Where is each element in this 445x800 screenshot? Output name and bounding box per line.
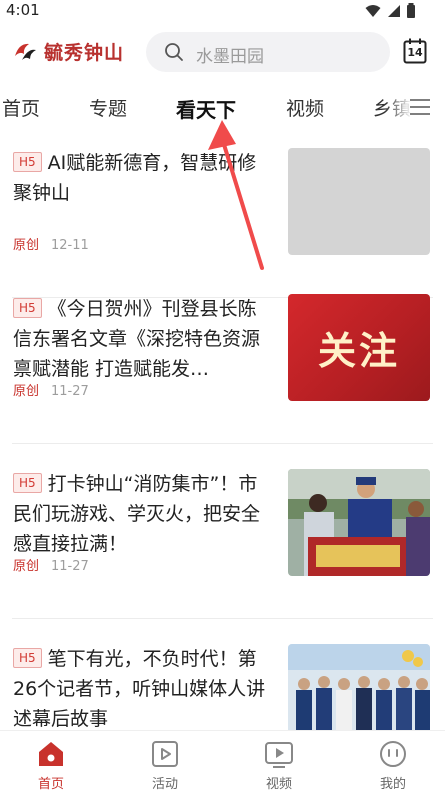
category-tabs: 首页 专题 看天下 视频 乡镇 xyxy=(0,88,445,128)
nav-home[interactable]: 首页 xyxy=(21,739,81,792)
status-time: 4:01 xyxy=(6,1,40,19)
news-item[interactable]: H5 笔下有光，不负时代！第26个记者节，听钟山媒体人讲述幕后故事 xyxy=(0,634,445,730)
news-title: H5 《今日贺州》刊登县长陈信东署名文章《深挖特色资源禀赋潜能 打造赋能发… xyxy=(13,294,275,384)
nav-label: 活动 xyxy=(151,777,178,792)
divider xyxy=(12,618,433,619)
nav-profile[interactable]: 我的 xyxy=(363,739,423,792)
news-title-text: 笔下有光，不负时代！第26个记者节，听钟山媒体人讲述幕后故事 xyxy=(13,648,266,730)
nav-video[interactable]: 视频 xyxy=(249,739,309,792)
divider xyxy=(12,443,433,444)
news-item[interactable]: H5 《今日贺州》刊登县长陈信东署名文章《深挖特色资源禀赋潜能 打造赋能发… 原创… xyxy=(0,284,445,444)
news-thumbnail-photo[interactable] xyxy=(288,469,430,576)
news-meta: 原创 11-27 xyxy=(13,380,89,399)
battery-icon xyxy=(407,3,415,18)
news-title: H5 AI赋能新德育，智慧研修聚钟山 xyxy=(13,148,275,238)
h5-badge: H5 xyxy=(13,648,42,668)
nav-label: 首页 xyxy=(37,777,64,792)
logo-mark-icon xyxy=(15,43,36,60)
news-thumbnail-attention-banner[interactable]: 关注 xyxy=(288,294,430,401)
news-item[interactable]: H5 打卡钟山“消防集市”！市民们玩游戏、学灭火，把安全感直接拉满！ 原创 11-2… xyxy=(0,459,445,619)
news-date: 11-27 xyxy=(51,559,89,574)
h5-badge: H5 xyxy=(13,298,42,318)
news-source: 原创 xyxy=(13,559,40,574)
search-icon xyxy=(165,43,183,61)
news-thumbnail-photo[interactable] xyxy=(288,644,430,730)
h5-badge: H5 xyxy=(13,152,42,172)
tab-world[interactable]: 看天下 xyxy=(176,94,236,123)
thumbnail-banner-text: 关注 xyxy=(317,329,400,373)
news-meta: 原创 11-27 xyxy=(13,555,89,574)
news-title-text: 打卡钟山“消防集市”！市民们玩游戏、学灭火，把安全感直接拉满！ xyxy=(13,473,261,555)
signal-icon xyxy=(388,4,400,17)
app-logo[interactable]: 毓秀钟山 xyxy=(12,38,124,65)
tab-topics[interactable]: 专题 xyxy=(89,94,127,121)
video-icon xyxy=(265,742,293,768)
activity-icon xyxy=(152,741,178,767)
news-title: H5 笔下有光，不负时代！第26个记者节，听钟山媒体人讲述幕后故事 xyxy=(13,644,275,730)
logo-text: 毓秀钟山 xyxy=(44,42,125,64)
calendar-button[interactable]: 14 xyxy=(403,38,427,64)
news-source: 原创 xyxy=(13,384,40,399)
menu-icon[interactable] xyxy=(409,97,431,117)
news-source: 原创 xyxy=(13,238,40,253)
tab-home[interactable]: 首页 xyxy=(2,94,40,121)
news-date: 11-27 xyxy=(51,384,89,399)
tab-video[interactable]: 视频 xyxy=(286,94,324,121)
status-icons xyxy=(365,3,415,18)
h5-badge: H5 xyxy=(13,473,42,493)
app-header: 毓秀钟山 水墨田园 14 xyxy=(0,26,445,78)
profile-icon xyxy=(380,741,406,767)
nav-label: 视频 xyxy=(265,777,292,792)
search-input[interactable]: 水墨田园 xyxy=(146,32,390,72)
calendar-day: 14 xyxy=(407,46,423,59)
news-feed: H5 AI赋能新德育，智慧研修聚钟山 原创 12-11 H5 《今日贺州》刊登县长陈信… xyxy=(0,138,445,730)
bottom-nav: 首页 活动 视频 我的 xyxy=(0,730,445,800)
group-photo xyxy=(288,644,430,730)
news-meta: 原创 12-11 xyxy=(13,234,89,253)
search-placeholder: 水墨田园 xyxy=(196,47,264,67)
news-title-text: AI赋能新德育，智慧研修聚钟山 xyxy=(13,152,257,204)
news-date: 12-11 xyxy=(51,238,89,253)
firefighters-photo xyxy=(288,469,430,576)
news-title: H5 打卡钟山“消防集市”！市民们玩游戏、学灭火，把安全感直接拉满！ xyxy=(13,469,275,559)
news-item[interactable]: H5 AI赋能新德育，智慧研修聚钟山 原创 12-11 xyxy=(0,138,445,298)
news-title-text: 《今日贺州》刊登县长陈信东署名文章《深挖特色资源禀赋潜能 打造赋能发… xyxy=(13,298,261,380)
status-bar: 4:01 xyxy=(0,0,445,22)
home-icon xyxy=(39,742,63,766)
wifi-icon xyxy=(365,4,381,17)
nav-activity[interactable]: 活动 xyxy=(135,739,195,792)
nav-label: 我的 xyxy=(379,777,406,792)
news-thumbnail-placeholder[interactable] xyxy=(288,148,430,255)
